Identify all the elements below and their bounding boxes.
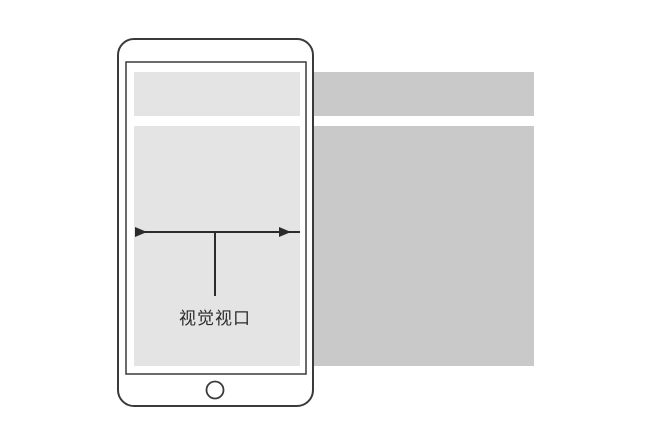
layout-viewport-header-band bbox=[300, 72, 534, 116]
visual-viewport-caption: 视觉视口 bbox=[179, 309, 251, 329]
diagram-canvas bbox=[117, 38, 534, 407]
home-button bbox=[205, 380, 225, 400]
layout-viewport-body bbox=[300, 126, 534, 366]
visual-viewport-body bbox=[134, 126, 300, 366]
viewport-diagram: 视觉视口 bbox=[0, 0, 654, 444]
visual-viewport-header-band bbox=[134, 72, 300, 116]
